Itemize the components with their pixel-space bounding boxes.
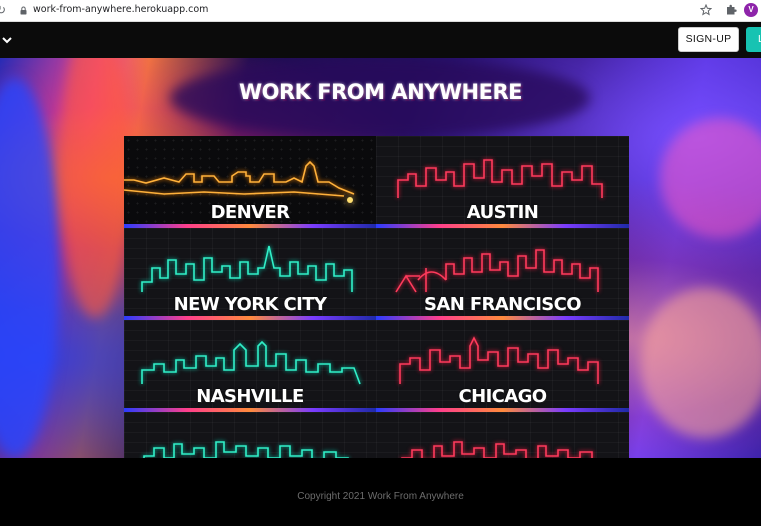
city-card-partial-left[interactable] (124, 412, 376, 458)
site-navbar: SIGN-UP L (0, 22, 761, 58)
city-grid: DENVER AUSTIN NEW YORK CITY SAN FRANCISC… (124, 136, 629, 458)
city-label-denver: DENVER (210, 202, 290, 223)
address-bar[interactable]: work-from-anywhere.herokuapp.com (33, 4, 208, 15)
bookmark-star-icon[interactable] (700, 4, 712, 16)
city-label-nashville: NASHVILLE (196, 386, 304, 407)
page-title: WORK FROM ANYWHERE (239, 80, 522, 104)
footer: Copyright 2021 Work From Anywhere (0, 458, 761, 526)
city-card-chicago[interactable]: CHICAGO (376, 320, 629, 412)
skyline-icon (401, 441, 593, 458)
background-swirl (660, 118, 761, 238)
city-card-partial-right[interactable] (376, 412, 629, 458)
signup-button[interactable]: SIGN-UP (678, 27, 739, 52)
city-card-nashville[interactable]: NASHVILLE (124, 320, 376, 412)
browser-toolbar: ↻ work-from-anywhere.herokuapp.com V (0, 0, 761, 22)
city-label-austin: AUSTIN (466, 202, 539, 223)
city-card-denver[interactable]: DENVER (124, 136, 376, 228)
skyline-icon (143, 441, 349, 458)
login-button[interactable]: L (746, 27, 761, 52)
extensions-puzzle-icon[interactable] (725, 4, 737, 16)
profile-avatar[interactable]: V (744, 3, 758, 17)
chevron-down-icon[interactable] (2, 36, 12, 44)
background-swirl (640, 288, 761, 438)
city-card-new-york-city[interactable]: NEW YORK CITY (124, 228, 376, 320)
background-swirl (0, 78, 60, 458)
city-label-new-york-city: NEW YORK CITY (173, 294, 327, 315)
lock-icon[interactable] (20, 6, 27, 15)
reload-icon[interactable]: ↻ (0, 4, 6, 16)
city-label-chicago: CHICAGO (458, 386, 548, 407)
city-card-san-francisco[interactable]: SAN FRANCISCO (376, 228, 629, 320)
hero-section: WORK FROM ANYWHERE DENVER AUSTIN NEW YOR… (0, 58, 761, 458)
city-label-san-francisco: SAN FRANCISCO (424, 294, 582, 315)
copyright-text: Copyright 2021 Work From Anywhere (297, 491, 464, 502)
city-card-austin[interactable]: AUSTIN (376, 136, 629, 228)
